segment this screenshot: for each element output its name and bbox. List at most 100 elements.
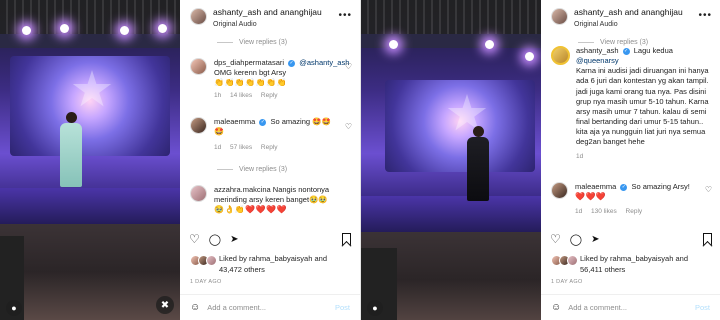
like-comment-heart-icon[interactable]: ♡: [705, 185, 712, 194]
comment-emojis: 🥹👌👏❤️❤️❤️❤️: [214, 205, 288, 215]
comment-age: 1d: [214, 143, 222, 151]
comment-item: azzahra.makcina Nangis nontonya merindin…: [190, 185, 350, 216]
performer-dress: [60, 123, 82, 187]
video-player-left[interactable]: ● ✖: [0, 0, 180, 320]
comment-likes[interactable]: 130 likes: [591, 208, 617, 215]
replies-dash: [578, 42, 594, 43]
view-replies-button[interactable]: View replies (3): [578, 39, 648, 46]
post-header: ashanty_ash and ananghijau Original Audi…: [180, 0, 360, 40]
view-replies-button[interactable]: View replies (3): [217, 166, 287, 173]
reply-button[interactable]: Reply: [261, 144, 278, 151]
comment-bubble-icon[interactable]: ◯: [570, 233, 582, 246]
comment-input[interactable]: Add a comment...: [568, 303, 627, 312]
post-timestamp: 1 DAY AGO: [551, 279, 583, 285]
post-timestamp: 1 DAY AGO: [190, 279, 222, 285]
audio-label[interactable]: Original Audio: [213, 21, 322, 29]
reply-button[interactable]: Reply: [261, 92, 278, 99]
more-options-icon[interactable]: •••: [338, 10, 352, 21]
mute-icon[interactable]: ✖: [156, 296, 174, 314]
commenter-avatar[interactable]: [551, 182, 568, 199]
commenter-username[interactable]: maleaemma: [575, 182, 616, 191]
caption-text: Karna ini audisi jadi diruangan ini hany…: [576, 66, 709, 147]
stage-light: [389, 40, 398, 49]
performer-dress: [467, 137, 489, 201]
liked-by-user[interactable]: rahma_babyaisyah: [249, 254, 312, 263]
liked-by-avatars: [551, 255, 578, 266]
liked-by-summary[interactable]: Liked by rahma_babyaisyah and 43,472 oth…: [190, 254, 327, 275]
video-player-right[interactable]: ●: [361, 0, 541, 320]
stage-light: [120, 26, 129, 35]
author-avatar[interactable]: [190, 8, 207, 25]
like-heart-icon[interactable]: ♡: [550, 232, 561, 246]
comment-input[interactable]: Add a comment...: [207, 303, 266, 312]
view-replies-button[interactable]: View replies (3): [217, 39, 287, 46]
comment-text: OMG kerenn bgt Arsy: [214, 68, 287, 78]
share-send-icon[interactable]: ➤: [591, 234, 599, 245]
caption-age: 1d: [576, 153, 584, 161]
liked-by-and: and: [675, 254, 689, 263]
author-names[interactable]: ashanty_ash and ananghijau: [574, 7, 683, 18]
page: ● ✖ ashanty_ash and ananghijau Original …: [0, 0, 720, 320]
liker-avatar: [567, 255, 578, 266]
comment-likes[interactable]: 14 likes: [230, 92, 252, 99]
more-options-icon[interactable]: •••: [698, 10, 712, 21]
liked-by-count[interactable]: 56,411 others: [580, 265, 625, 274]
stage-light: [485, 40, 494, 49]
performer: [58, 112, 84, 190]
bookmark-icon[interactable]: [703, 233, 712, 245]
commenter-username[interactable]: azzahra.makcina: [214, 185, 271, 194]
mention-link[interactable]: @queenarsy: [576, 56, 715, 66]
emoji-smile-icon[interactable]: ☺: [551, 302, 561, 313]
commenter-username[interactable]: maleaemma: [214, 117, 255, 126]
emoji-smile-icon[interactable]: ☺: [190, 302, 200, 313]
commenter-avatar[interactable]: [190, 117, 207, 134]
liked-by-prefix: Liked by: [580, 254, 608, 263]
liker-avatar: [206, 255, 217, 266]
like-heart-icon[interactable]: ♡: [189, 232, 200, 246]
liked-by-count[interactable]: 43,472 others: [219, 265, 265, 274]
comment-likes[interactable]: 57 likes: [230, 144, 252, 151]
commenter-avatar[interactable]: [190, 185, 207, 202]
like-comment-heart-icon[interactable]: ♡: [345, 122, 352, 131]
reply-button[interactable]: Reply: [626, 208, 643, 215]
verified-badge-icon: ✓: [288, 59, 296, 67]
caption-item: ashanty_ash ✓ Lagu kedua @queenarsy Karn…: [551, 46, 715, 162]
commenter-username[interactable]: dps_diahpermatasari: [214, 58, 284, 67]
post-sidebar-left: ashanty_ash and ananghijau Original Audi…: [180, 0, 360, 320]
verified-badge-icon: ✓: [259, 118, 267, 126]
banner-star-logo: [72, 70, 112, 107]
liked-by-user[interactable]: rahma_babyaisyah: [610, 254, 673, 263]
audience-area: [0, 224, 180, 320]
view-replies-label: View replies (3): [239, 39, 288, 46]
caption-author-avatar[interactable]: [551, 46, 570, 65]
mention-link[interactable]: @ashanty_ash: [299, 58, 349, 67]
caption-username[interactable]: ashanty_ash: [576, 46, 619, 55]
performer-head: [66, 112, 77, 123]
comment-text: So amazing 🤩🤩: [270, 117, 331, 126]
comment-emojis: 👏👏👏👏👏👏👏: [214, 78, 288, 88]
comment-emojis: ❤️❤️❤️: [575, 192, 607, 202]
share-send-icon[interactable]: ➤: [230, 234, 238, 245]
comment-bubble-icon[interactable]: ◯: [209, 233, 221, 246]
caption-first-line: Lagu kedua: [633, 46, 673, 55]
comment-item: maleaemma ✓ So amazing Arsy! ❤️❤️❤️ 1d 1…: [551, 182, 690, 217]
post-comment-button[interactable]: Post: [695, 303, 710, 312]
commenter-avatar[interactable]: [190, 58, 207, 75]
post-comment-button[interactable]: Post: [335, 303, 350, 312]
view-replies-label: View replies (3): [239, 166, 288, 173]
tagged-user-icon[interactable]: ●: [367, 300, 383, 316]
comment-emojis: 🤩: [214, 127, 225, 137]
stage-light: [22, 26, 31, 35]
add-comment-bar: ☺ Add a comment... Post: [180, 294, 360, 320]
bookmark-icon[interactable]: [342, 233, 351, 245]
author-names[interactable]: ashanty_ash and ananghijau: [213, 7, 322, 18]
comment-age: 1d: [575, 207, 583, 215]
like-comment-heart-icon[interactable]: ♡: [345, 62, 352, 71]
replies-dash: [217, 169, 233, 170]
liked-by-summary[interactable]: Liked by rahma_babyaisyah and 56,411 oth…: [551, 254, 688, 275]
audio-label[interactable]: Original Audio: [574, 21, 683, 29]
tagged-user-icon[interactable]: ●: [6, 300, 22, 316]
verified-badge-icon: ✓: [620, 183, 628, 191]
post-actions-bar: ♡ ◯ ➤: [189, 232, 351, 246]
author-avatar[interactable]: [551, 8, 568, 25]
